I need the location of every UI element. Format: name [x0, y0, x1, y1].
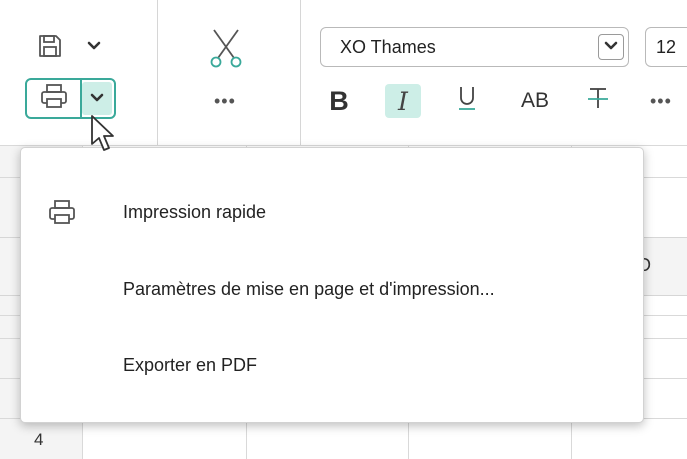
case-label: AB	[520, 89, 549, 112]
italic-button[interactable]: I	[385, 84, 421, 118]
mouse-cursor-icon	[90, 114, 116, 161]
underline-button[interactable]	[449, 84, 485, 118]
font-family-dropdown-button[interactable]	[598, 34, 624, 60]
strikethrough-icon	[586, 84, 610, 119]
bold-button[interactable]: B	[322, 84, 356, 118]
font-family-value: XO Thames	[340, 37, 436, 57]
save-options-dropdown[interactable]	[82, 34, 106, 58]
menu-item-export-pdf[interactable]: Exporter en PDF	[21, 338, 643, 392]
scissors-icon	[208, 28, 244, 68]
font-family-select[interactable]: XO Thames	[320, 27, 629, 67]
font-size-select[interactable]: 12	[645, 27, 687, 67]
strikethrough-button[interactable]	[582, 84, 614, 118]
more-formatting-button[interactable]: •••	[650, 91, 672, 112]
row-header-4[interactable]: 4	[34, 430, 43, 450]
chevron-down-icon	[87, 41, 101, 51]
menu-item-label: Paramètres de mise en page et d'impressi…	[123, 278, 495, 299]
menu-item-label: Impression rapide	[123, 201, 267, 222]
cut-button[interactable]	[204, 25, 248, 71]
menu-item-label: Exporter en PDF	[123, 354, 258, 375]
toolbar-separator	[300, 0, 301, 145]
chevron-down-icon	[90, 90, 104, 108]
printer-icon	[39, 82, 69, 115]
print-button[interactable]	[27, 80, 80, 117]
print-split-button	[25, 78, 116, 119]
toolbar-separator	[157, 0, 158, 145]
menu-item-quick-print[interactable]: Impression rapide	[21, 185, 643, 239]
more-clipboard-button[interactable]: •••	[214, 91, 236, 112]
chevron-down-icon	[604, 38, 618, 56]
font-size-value: 12	[656, 37, 677, 57]
save-icon	[37, 33, 63, 59]
printer-icon	[47, 198, 77, 226]
menu-item-page-setup[interactable]: Paramètres de mise en page et d'impressi…	[21, 262, 643, 316]
save-button[interactable]	[30, 28, 70, 64]
change-case-button[interactable]: AB	[513, 84, 557, 118]
print-options-menu: Impression rapide Paramètres de mise en …	[20, 147, 644, 423]
underline-icon	[456, 84, 478, 119]
italic-label: I	[398, 86, 408, 116]
bold-label: B	[329, 85, 349, 116]
print-options-dropdown[interactable]	[82, 82, 112, 115]
